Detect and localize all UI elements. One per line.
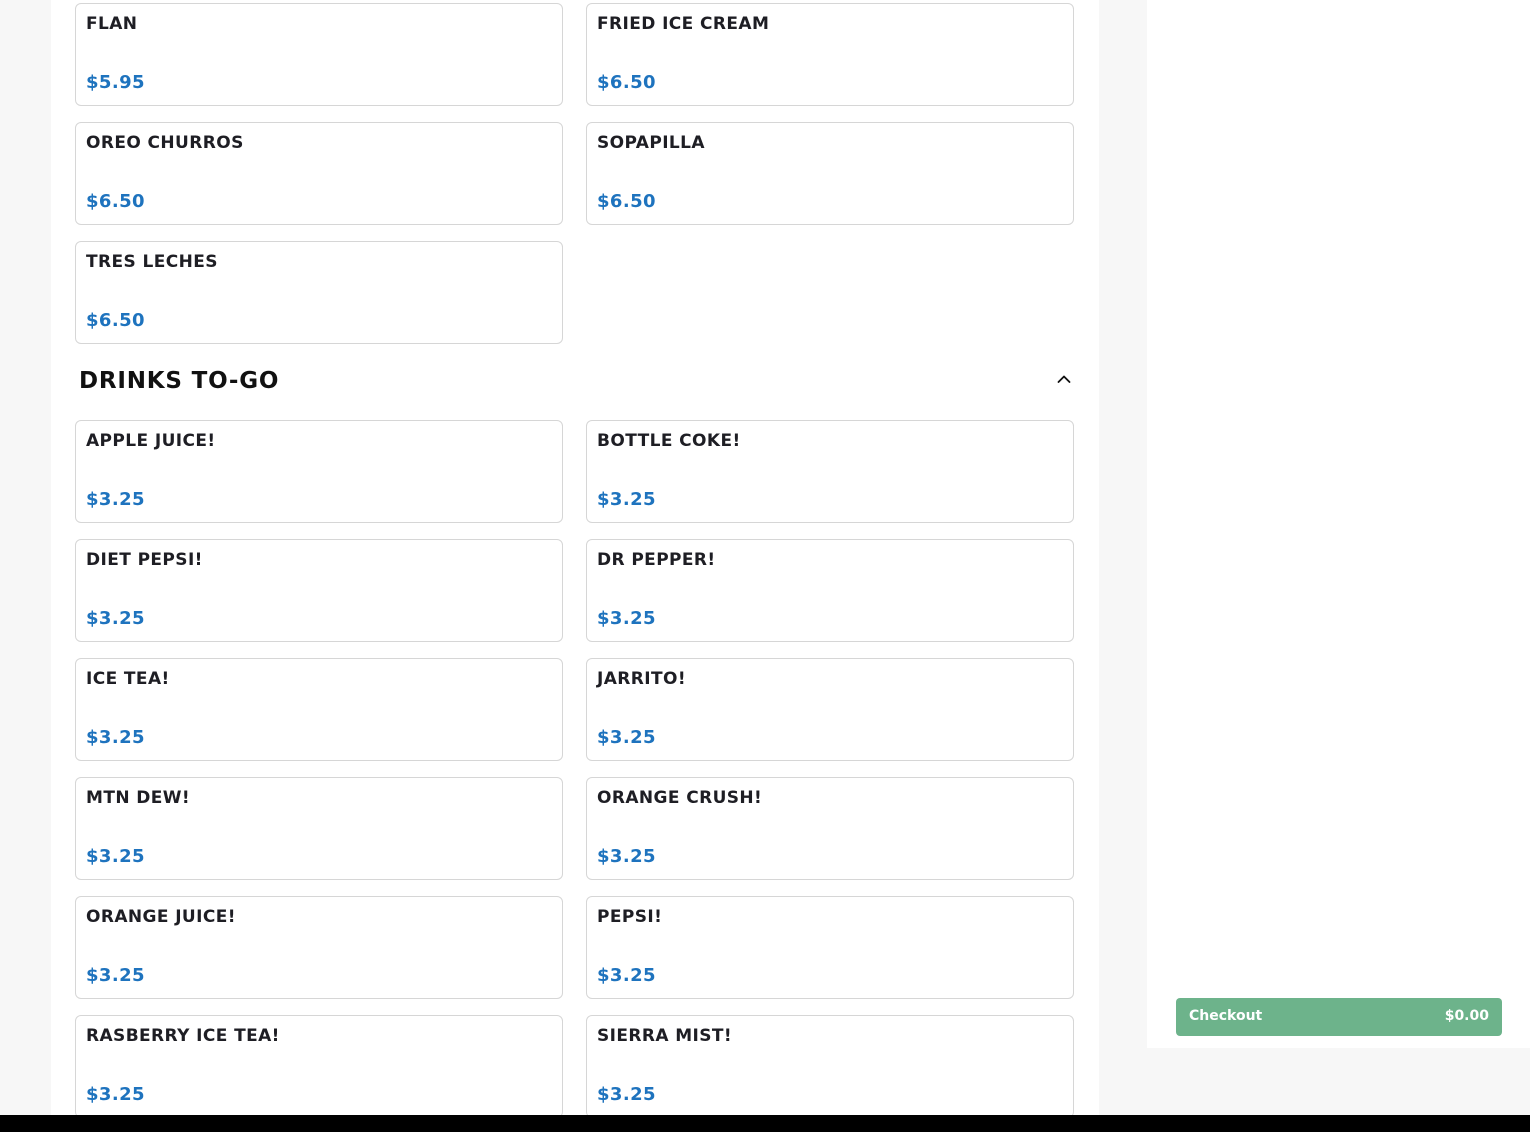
menu-item-price: $3.25 (86, 846, 145, 867)
chevron-up-icon[interactable] (1054, 369, 1074, 389)
menu-item-name: FRIED ICE CREAM (597, 14, 770, 34)
menu-item-name: FLAN (86, 14, 138, 34)
cart-total: $0.00 (1444, 1008, 1489, 1024)
menu-item-name: SIERRA MIST! (597, 1026, 733, 1046)
menu-item-price: $5.95 (86, 72, 145, 93)
menu-item-price: $6.50 (86, 191, 145, 212)
menu-item-name: DR PEPPER! (597, 550, 716, 570)
menu-item-price: $3.25 (597, 1084, 656, 1105)
checkout-button[interactable]: Checkout $0.00 (1176, 998, 1502, 1036)
menu-item-price: $3.25 (597, 608, 656, 629)
menu-item-price: $3.25 (597, 965, 656, 986)
drinks-grid: APPLE JUICE! $3.25 BOTTLE COKE! $3.25 DI… (75, 420, 1074, 1116)
menu-item-price: $3.25 (597, 727, 656, 748)
menu-item-price: $3.25 (86, 965, 145, 986)
menu-item-name: MTN DEW! (86, 788, 191, 808)
menu-item-price: $3.25 (86, 608, 145, 629)
menu-item-card[interactable]: OREO CHURROS $6.50 (75, 122, 563, 225)
menu-item-price: $3.25 (597, 846, 656, 867)
menu-item-name: APPLE JUICE! (86, 431, 216, 451)
menu-item-name: JARRITO! (597, 669, 686, 689)
menu-item-card[interactable]: DR PEPPER! $3.25 (586, 539, 1074, 642)
menu-item-name: SOPAPILLA (597, 133, 705, 153)
menu-item-card[interactable]: TRES LECHES $6.50 (75, 241, 563, 344)
bottom-bar (0, 1115, 1530, 1132)
menu-item-name: PEPSI! (597, 907, 663, 927)
menu-item-card[interactable]: ICE TEA! $3.25 (75, 658, 563, 761)
menu-item-name: ORANGE JUICE! (86, 907, 236, 927)
menu-item-price: $6.50 (86, 310, 145, 331)
menu-item-name: OREO CHURROS (86, 133, 244, 153)
menu-item-name: ORANGE CRUSH! (597, 788, 763, 808)
menu-item-card[interactable]: JARRITO! $3.25 (586, 658, 1074, 761)
menu-item-card[interactable]: BOTTLE COKE! $3.25 (586, 420, 1074, 523)
menu-item-price: $3.25 (86, 1084, 145, 1105)
menu-panel: FLAN $5.95 FRIED ICE CREAM $6.50 OREO CH… (51, 0, 1099, 1116)
cart-panel (1147, 0, 1530, 1048)
menu-item-name: BOTTLE COKE! (597, 431, 741, 451)
menu-item-name: ICE TEA! (86, 669, 170, 689)
section-title: DRINKS TO-GO (79, 368, 280, 394)
menu-item-price: $6.50 (597, 191, 656, 212)
menu-item-card[interactable]: SOPAPILLA $6.50 (586, 122, 1074, 225)
menu-item-card[interactable]: FLAN $5.95 (75, 3, 563, 106)
menu-item-card[interactable]: RASBERRY ICE TEA! $3.25 (75, 1015, 563, 1116)
menu-item-name: DIET PEPSI! (86, 550, 203, 570)
menu-item-price: $3.25 (86, 727, 145, 748)
menu-item-card[interactable]: SIERRA MIST! $3.25 (586, 1015, 1074, 1116)
menu-item-card[interactable]: ORANGE JUICE! $3.25 (75, 896, 563, 999)
menu-item-card[interactable]: PEPSI! $3.25 (586, 896, 1074, 999)
page: FLAN $5.95 FRIED ICE CREAM $6.50 OREO CH… (0, 0, 1530, 1132)
menu-item-name: TRES LECHES (86, 252, 218, 272)
checkout-label: Checkout (1189, 1008, 1263, 1024)
menu-item-card[interactable]: MTN DEW! $3.25 (75, 777, 563, 880)
menu-item-card[interactable]: FRIED ICE CREAM $6.50 (586, 3, 1074, 106)
drinks-section-header[interactable]: DRINKS TO-GO (75, 365, 1074, 405)
desserts-grid: FLAN $5.95 FRIED ICE CREAM $6.50 OREO CH… (75, 3, 1074, 344)
menu-item-price: $6.50 (597, 72, 656, 93)
menu-item-card[interactable]: DIET PEPSI! $3.25 (75, 539, 563, 642)
menu-item-card[interactable]: ORANGE CRUSH! $3.25 (586, 777, 1074, 880)
menu-item-card[interactable]: APPLE JUICE! $3.25 (75, 420, 563, 523)
menu-item-name: RASBERRY ICE TEA! (86, 1026, 280, 1046)
menu-item-price: $3.25 (86, 489, 145, 510)
menu-item-price: $3.25 (597, 489, 656, 510)
